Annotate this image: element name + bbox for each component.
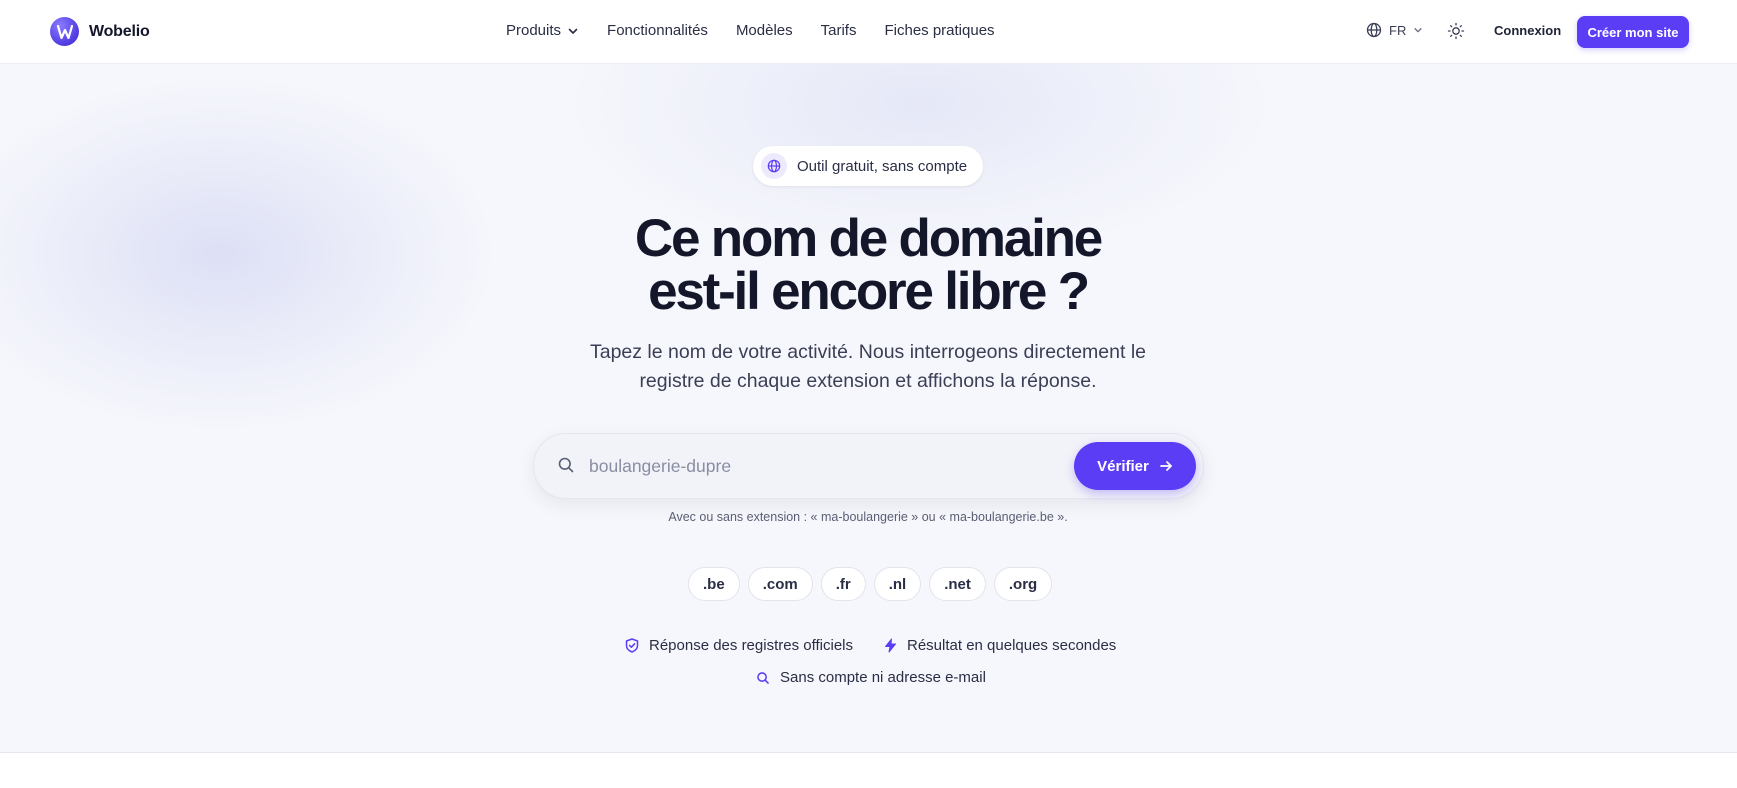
chevron-down-icon bbox=[1414, 28, 1422, 33]
extension-chip-fr[interactable]: .fr bbox=[820, 567, 866, 601]
subtitle-line: Tapez le nom de votre activité. Nous int… bbox=[589, 341, 1147, 363]
sun-icon bbox=[1447, 22, 1465, 40]
extension-chip-com[interactable]: .com bbox=[747, 567, 813, 601]
create-site-button[interactable]: Créer mon site bbox=[1577, 16, 1689, 48]
page-subtitle: Tapez le nom de votre activité. Nous int… bbox=[568, 338, 1168, 396]
nav-item-label: Fiches pratiques bbox=[884, 22, 995, 39]
login-link[interactable]: Connexion bbox=[1494, 23, 1561, 38]
feature-no-account: Sans compte ni adresse e-mail bbox=[756, 669, 986, 686]
nav-item-label: Tarifs bbox=[820, 22, 857, 39]
shield-icon bbox=[625, 638, 639, 653]
language-selector[interactable]: FR bbox=[1366, 22, 1423, 38]
extension-chip-org[interactable]: .org bbox=[993, 567, 1053, 601]
globe-icon bbox=[1366, 22, 1382, 38]
globe-icon bbox=[761, 153, 787, 179]
search-icon bbox=[558, 457, 574, 473]
verify-button[interactable]: Vérifier bbox=[1074, 442, 1196, 490]
hero-background-glow bbox=[0, 74, 500, 434]
nav-item-fonctionnalites[interactable]: Fonctionnalités bbox=[607, 22, 708, 39]
search-icon bbox=[757, 671, 769, 684]
badge-label: Outil gratuit, sans compte bbox=[797, 157, 968, 175]
main-nav: Produits Fonctionnalités Modèles Tarifs … bbox=[506, 22, 995, 39]
feature-official-registries: Réponse des registres officiels bbox=[625, 637, 853, 654]
subtitle-line: registre de chaque extension et affichon… bbox=[639, 370, 1097, 392]
bolt-icon bbox=[885, 638, 896, 653]
nav-item-produits[interactable]: Produits bbox=[506, 22, 579, 39]
page-title: Ce nom de domaine est-il encore libre ? bbox=[568, 212, 1168, 318]
search-hint: Avec ou sans extension : « ma-boulangeri… bbox=[668, 510, 1068, 524]
section-divider bbox=[0, 752, 1737, 753]
extension-list: .be .com .fr .nl .net .org bbox=[688, 567, 1053, 601]
language-label: FR bbox=[1389, 22, 1407, 38]
nav-item-modeles[interactable]: Modèles bbox=[736, 22, 793, 39]
domain-search-bar: Vérifier bbox=[533, 433, 1204, 499]
nav-item-label: Fonctionnalités bbox=[607, 22, 708, 39]
domain-search-input[interactable] bbox=[589, 450, 1049, 482]
brand[interactable]: Wobelio bbox=[50, 17, 150, 46]
nav-item-tarifs[interactable]: Tarifs bbox=[821, 22, 857, 39]
nav-item-fiches-pratiques[interactable]: Fiches pratiques bbox=[884, 22, 994, 39]
feature-label: Réponse des registres officiels bbox=[649, 637, 853, 654]
extension-chip-net[interactable]: .net bbox=[929, 567, 986, 601]
chevron-down-icon bbox=[568, 28, 578, 34]
free-tool-badge: Outil gratuit, sans compte bbox=[753, 146, 983, 186]
title-line: est-il encore libre ? bbox=[648, 262, 1090, 321]
feature-label: Sans compte ni adresse e-mail bbox=[780, 669, 986, 686]
extension-chip-be[interactable]: .be bbox=[688, 567, 740, 601]
nav-item-label: Produits bbox=[506, 22, 562, 39]
site-header: Wobelio Produits Fonctionnalités Modèles… bbox=[0, 0, 1737, 64]
brand-logo-icon bbox=[50, 17, 79, 46]
title-line: Ce nom de domaine bbox=[634, 209, 1103, 268]
feature-fast-result: Résultat en quelques secondes bbox=[884, 637, 1116, 654]
arrow-right-icon bbox=[1159, 461, 1172, 471]
brand-name: Wobelio bbox=[89, 22, 150, 40]
verify-button-label: Vérifier bbox=[1097, 457, 1149, 475]
nav-item-label: Modèles bbox=[735, 22, 793, 39]
feature-label: Résultat en quelques secondes bbox=[907, 637, 1117, 654]
extension-chip-nl[interactable]: .nl bbox=[873, 567, 922, 601]
theme-toggle[interactable] bbox=[1447, 22, 1465, 45]
